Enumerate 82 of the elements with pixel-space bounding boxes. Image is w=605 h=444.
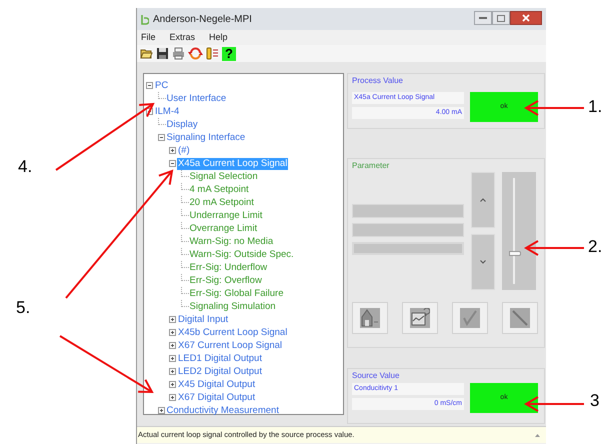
chevron-down-icon <box>480 260 486 264</box>
arrow <box>524 240 584 256</box>
expand-icon[interactable] <box>169 355 176 362</box>
annotation-label: 3 <box>590 391 600 411</box>
collapse-icon[interactable] <box>146 82 153 89</box>
slider-thumb[interactable] <box>509 250 521 256</box>
tree-item[interactable]: Display <box>166 118 199 130</box>
arrow <box>524 100 584 116</box>
chevron-up-icon <box>480 198 486 202</box>
tree-item[interactable]: Err-Sig: Overflow <box>188 274 263 286</box>
tree-item[interactable]: (#) <box>177 144 191 156</box>
group-title: Process Value <box>352 75 404 87</box>
tree-item[interactable]: Signal Selection <box>188 170 259 182</box>
close-button[interactable] <box>510 11 542 25</box>
tree-item[interactable]: X45 Digital Output <box>177 378 256 390</box>
parameter-field[interactable] <box>352 204 464 218</box>
expand-icon[interactable] <box>169 329 176 336</box>
check-icon <box>460 308 480 328</box>
app-icon <box>141 14 149 24</box>
group-title: Parameter <box>352 160 390 172</box>
tree-item[interactable]: Signaling Interface <box>166 132 246 144</box>
tree-item[interactable]: LED1 Digital Output <box>177 352 263 364</box>
tree-item[interactable]: LED2 Digital Output <box>177 366 263 378</box>
expand-icon[interactable] <box>158 407 164 414</box>
save-icon[interactable] <box>156 47 169 60</box>
annotation-label: 1. <box>588 97 602 117</box>
annotation-label: 5. <box>16 298 30 318</box>
tree-item[interactable]: X67 Current Loop Signal <box>177 340 284 352</box>
expand-icon[interactable] <box>169 394 176 401</box>
expand-icon[interactable] <box>169 147 176 154</box>
tree-item[interactable]: X67 Digital Output <box>177 392 256 404</box>
tree-item[interactable]: Warn-Sig: Outside Spec. <box>188 248 295 260</box>
tree-item[interactable]: X45b Current Loop Signal <box>177 326 288 338</box>
tree-item[interactable]: Err-Sig: Global Failure <box>188 288 284 300</box>
maximize-icon <box>497 14 505 22</box>
menu-item[interactable]: Extras <box>170 30 196 44</box>
menu-item[interactable]: File <box>141 30 156 44</box>
tree-item[interactable]: 20 mA Setpoint <box>188 196 255 208</box>
expand-icon[interactable] <box>169 316 176 323</box>
tree-item[interactable]: Digital Input <box>177 314 230 326</box>
group-title: Source Value <box>352 370 400 382</box>
tree-item[interactable]: X45a Current Loop Signal <box>177 158 288 170</box>
tree-item[interactable]: Overrange Limit <box>188 222 258 234</box>
house-icon <box>360 308 380 328</box>
tree-item[interactable]: ILM-4 <box>154 106 180 118</box>
sync-arrows-icon[interactable] <box>188 47 203 60</box>
minimize-icon <box>479 16 487 20</box>
close-icon <box>522 14 530 22</box>
expand-icon[interactable] <box>169 342 176 349</box>
tool-button[interactable] <box>502 302 538 334</box>
tree-item[interactable]: PC <box>154 80 170 92</box>
tree-item[interactable]: Conductivity Measurement <box>166 404 280 416</box>
slash-icon <box>510 308 530 328</box>
tree-item[interactable]: Underrange Limit <box>188 210 264 222</box>
expand-icon[interactable] <box>169 368 176 375</box>
tree-item[interactable]: User Interface <box>166 92 228 104</box>
tool-button[interactable] <box>402 302 438 334</box>
minimize-button[interactable] <box>474 11 492 25</box>
print-icon[interactable] <box>172 47 185 60</box>
tool-button[interactable] <box>452 302 488 334</box>
arrow <box>524 396 584 412</box>
annotation-label: 2. <box>588 237 602 257</box>
maximize-button[interactable] <box>492 11 510 25</box>
expand-icon[interactable] <box>169 381 176 388</box>
open-folder-icon[interactable] <box>140 47 153 60</box>
annotation-label: 4. <box>18 157 32 177</box>
tool-button[interactable] <box>352 302 388 334</box>
parameter-field[interactable] <box>352 242 464 255</box>
window-title: Anderson-Negele-MPI <box>153 12 252 26</box>
menu-item[interactable]: Help <box>209 30 228 44</box>
tree-item[interactable]: Warn-Sig: no Media <box>188 236 274 248</box>
tree-item[interactable]: 4 mA Setpoint <box>188 184 250 196</box>
scroll-up-icon[interactable] <box>535 434 540 436</box>
parameter-field[interactable] <box>352 223 464 237</box>
chart-icon <box>410 308 430 328</box>
list-icon[interactable] <box>206 47 219 60</box>
collapse-icon[interactable] <box>169 160 176 167</box>
slider-track[interactable] <box>502 172 536 290</box>
tree-item[interactable]: Signaling Simulation <box>188 300 277 312</box>
help-button[interactable]: ? <box>222 46 236 60</box>
tree-item[interactable]: Err-Sig: Underflow <box>188 262 268 274</box>
collapse-icon[interactable] <box>158 134 164 141</box>
